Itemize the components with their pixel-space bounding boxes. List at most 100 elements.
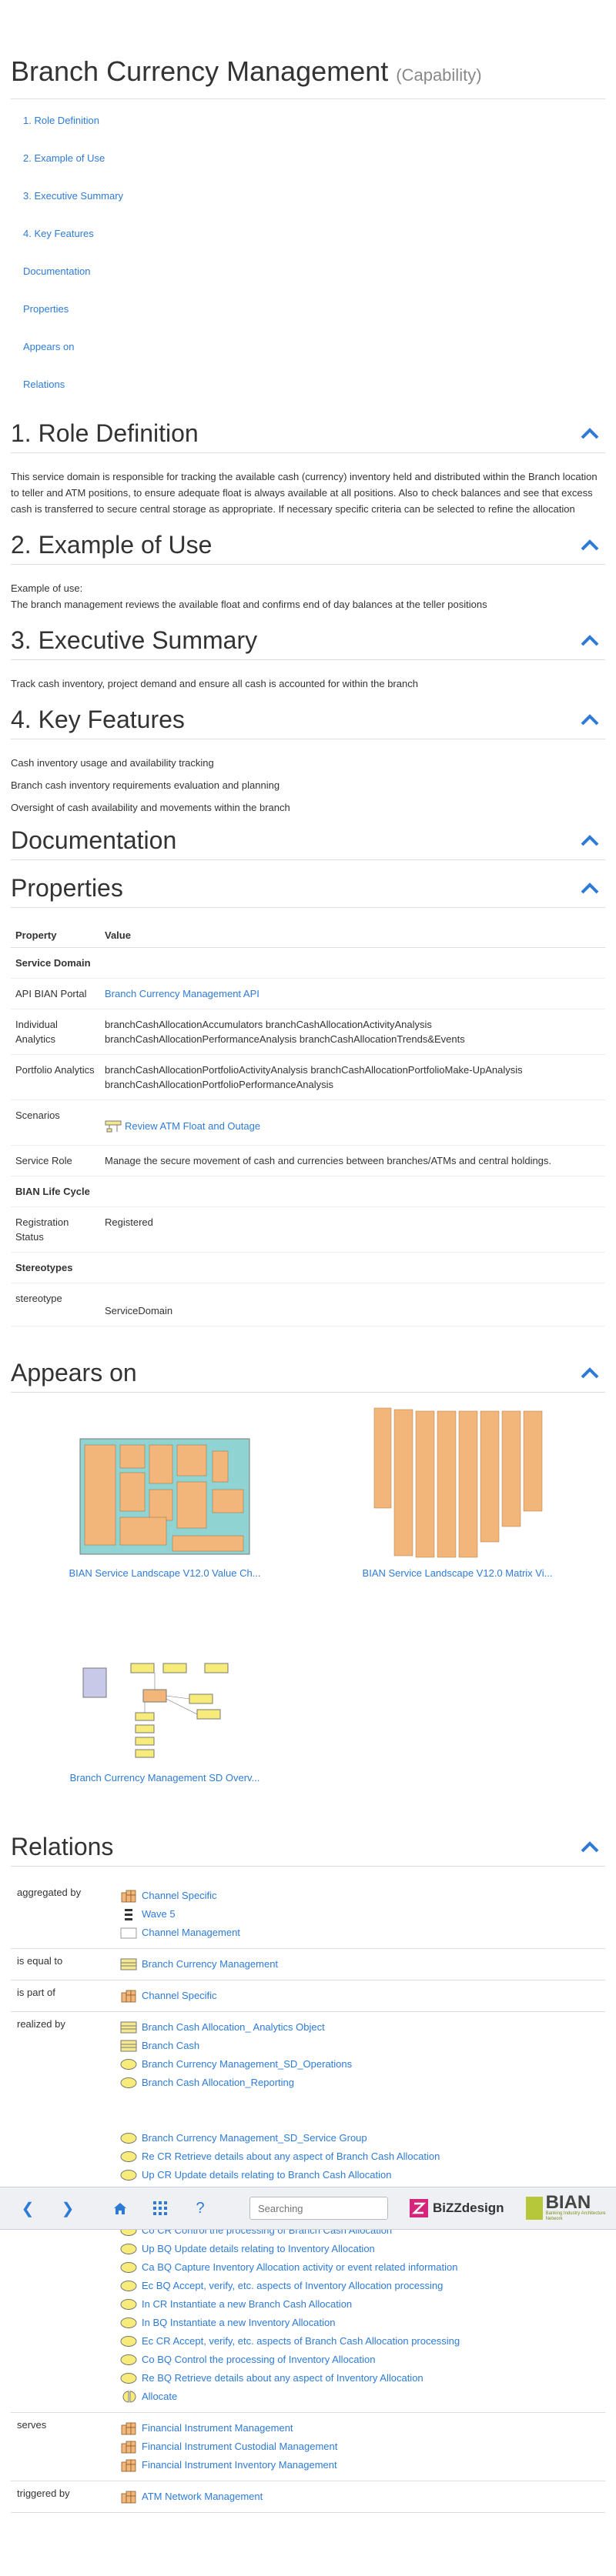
matrix-view-diagram-image bbox=[365, 1400, 550, 1559]
column-header: Value bbox=[100, 923, 605, 948]
relation-item[interactable]: Branch Cash Allocation_ Analytics Object bbox=[120, 2018, 601, 2037]
relation-item[interactable]: ATM Network Management bbox=[120, 2488, 601, 2506]
section-heading: 1. Role Definition bbox=[11, 419, 199, 447]
relation-link[interactable]: Branch Currency Management_SD_Operations bbox=[142, 2055, 352, 2074]
relation-item[interactable]: Ca BQ Capture Inventory Allocation activ… bbox=[120, 2258, 601, 2277]
relation-link[interactable]: Financial Instrument Management bbox=[142, 2419, 293, 2438]
relation-item[interactable]: Ec BQ Accept, verify, etc. aspects of In… bbox=[120, 2277, 601, 2295]
relation-item[interactable]: Allocate bbox=[120, 2387, 601, 2406]
relation-link[interactable]: In BQ Instantiate a new Inventory Alloca… bbox=[142, 2314, 335, 2332]
toc-role-definition[interactable]: 1. Role Definition bbox=[23, 113, 605, 128]
diagram-link[interactable]: Branch Currency Management SD Overv... bbox=[49, 1772, 280, 1784]
table-row: Registration Status Registered bbox=[11, 1206, 605, 1253]
forward-arrow-icon[interactable]: ❯ bbox=[55, 2196, 80, 2221]
data-object-icon bbox=[120, 2040, 137, 2051]
relation-link[interactable]: Channel Management bbox=[142, 1924, 240, 1942]
function-icon bbox=[121, 2422, 136, 2434]
diagram-link[interactable]: BIAN Service Landscape V12.0 Matrix Vi..… bbox=[342, 1567, 573, 1579]
relation-link[interactable]: ATM Network Management bbox=[142, 2488, 263, 2506]
relation-item[interactable]: Wave 5 bbox=[120, 1905, 601, 1924]
back-arrow-icon[interactable]: ❮ bbox=[15, 2196, 40, 2221]
collapse-caret-icon[interactable] bbox=[579, 712, 601, 727]
relation-item[interactable]: Branch Currency Management bbox=[120, 1955, 601, 1974]
collapse-caret-icon[interactable] bbox=[579, 1839, 601, 1854]
relation-link[interactable]: Re CR Retrieve details about any aspect … bbox=[142, 2147, 440, 2166]
scenario-link[interactable]: Review ATM Float and Outage bbox=[125, 1119, 260, 1133]
relation-link[interactable]: Ec BQ Accept, verify, etc. aspects of In… bbox=[142, 2277, 443, 2295]
relation-link[interactable]: Channel Specific bbox=[142, 1987, 217, 2005]
relation-link[interactable]: Branch Cash bbox=[142, 2037, 199, 2055]
property-name: Service Role bbox=[11, 1145, 100, 1176]
relation-link[interactable]: Branch Cash Allocation_Reporting bbox=[142, 2074, 294, 2092]
relation-link[interactable]: Financial Instrument Custodial Managemen… bbox=[142, 2438, 337, 2456]
bian-logo-text: BIAN bbox=[545, 2192, 591, 2213]
scenario-item[interactable]: Review ATM Float and Outage bbox=[105, 1119, 260, 1133]
relation-item[interactable]: Co BQ Control the processing of Inventor… bbox=[120, 2351, 601, 2369]
relation-link[interactable]: Branch Currency Management bbox=[142, 1955, 278, 1974]
relation-item[interactable]: Ec CR Accept, verify, etc. aspects of Br… bbox=[120, 2332, 601, 2351]
toc-documentation[interactable]: Documentation bbox=[23, 264, 605, 279]
relation-link[interactable]: Up BQ Update details relating to Invento… bbox=[142, 2240, 375, 2258]
toc-appears-on[interactable]: Appears on bbox=[23, 339, 605, 355]
collapse-caret-icon[interactable] bbox=[579, 632, 601, 648]
api-link[interactable]: Branch Currency Management API bbox=[105, 988, 259, 999]
relation-item[interactable]: Financial Instrument Management bbox=[120, 2419, 601, 2438]
collapse-caret-icon[interactable] bbox=[579, 880, 601, 896]
diagram-thumbnail[interactable]: Branch Currency Management SD Overv... bbox=[49, 1647, 280, 1784]
relation-item[interactable]: Up BQ Update details relating to Invento… bbox=[120, 2240, 601, 2258]
diagram-link[interactable]: BIAN Service Landscape V12.0 Value Ch... bbox=[49, 1567, 280, 1579]
collapse-caret-icon[interactable] bbox=[579, 425, 601, 441]
relation-item[interactable]: Up CR Update details relating to Branch … bbox=[120, 2166, 601, 2184]
collapse-caret-icon[interactable] bbox=[579, 833, 601, 848]
relation-item[interactable]: Branch Cash bbox=[120, 2037, 601, 2055]
relation-link[interactable]: Financial Instrument Inventory Managemen… bbox=[142, 2456, 337, 2474]
relation-item[interactable]: Re BQ Retrieve details about any aspect … bbox=[120, 2369, 601, 2387]
service-icon bbox=[120, 2132, 137, 2144]
relation-item[interactable]: Channel Management bbox=[120, 1924, 601, 1942]
section-heading: Properties bbox=[11, 874, 123, 902]
relation-link[interactable]: Wave 5 bbox=[142, 1905, 176, 1924]
relation-item[interactable]: Financial Instrument Custodial Managemen… bbox=[120, 2438, 601, 2456]
help-icon[interactable]: ? bbox=[188, 2196, 213, 2221]
relation-link[interactable]: Co BQ Control the processing of Inventor… bbox=[142, 2351, 376, 2369]
relation-type: aggregated by bbox=[11, 1880, 116, 1949]
relation-item[interactable]: Channel Specific bbox=[120, 1887, 601, 1905]
diagram-thumbnail[interactable]: BIAN Service Landscape V12.0 Matrix Vi..… bbox=[342, 1400, 573, 1579]
bian-logo: BIAN Banking Industry Architecture Networ… bbox=[525, 2192, 611, 2222]
relation-item[interactable]: Channel Specific bbox=[120, 1987, 601, 2005]
relation-link[interactable]: Re BQ Retrieve details about any aspect … bbox=[142, 2369, 424, 2387]
relation-link[interactable]: In CR Instantiate a new Branch Cash Allo… bbox=[142, 2295, 352, 2314]
relation-item[interactable]: In BQ Instantiate a new Inventory Alloca… bbox=[120, 2314, 601, 2332]
toc-example-of-use[interactable]: 2. Example of Use bbox=[23, 151, 605, 166]
home-icon[interactable] bbox=[108, 2196, 132, 2221]
relation-item[interactable]: Re CR Retrieve details about any aspect … bbox=[120, 2147, 601, 2166]
relation-item[interactable]: In CR Instantiate a new Branch Cash Allo… bbox=[120, 2295, 601, 2314]
relation-item[interactable]: Branch Currency Management_SD_Operations bbox=[120, 2055, 601, 2074]
search-input[interactable] bbox=[249, 2197, 388, 2220]
toc-relations[interactable]: Relations bbox=[23, 377, 605, 392]
list-item: Cash inventory usage and availability tr… bbox=[11, 757, 214, 769]
section-example-of-use: 2. Example of Use bbox=[11, 526, 605, 565]
function-icon bbox=[121, 2459, 136, 2471]
example-of-use-text: Example of use: The branch management rev… bbox=[11, 565, 605, 612]
diagram-thumbnail[interactable]: BIAN Service Landscape V12.0 Value Ch... bbox=[49, 1427, 280, 1579]
relation-link[interactable]: Channel Specific bbox=[142, 1887, 217, 1905]
section-heading: 3. Executive Summary bbox=[11, 626, 258, 654]
relation-link[interactable]: Ca BQ Capture Inventory Allocation activ… bbox=[142, 2258, 457, 2277]
collapse-caret-icon[interactable] bbox=[579, 537, 601, 552]
relation-item[interactable]: Branch Cash Allocation_Reporting bbox=[120, 2074, 601, 2092]
relation-item[interactable]: Financial Instrument Inventory Managemen… bbox=[120, 2456, 601, 2474]
relation-link[interactable]: Ec CR Accept, verify, etc. aspects of Br… bbox=[142, 2332, 460, 2351]
relation-link[interactable]: Branch Currency Management_SD_Service Gr… bbox=[142, 2129, 367, 2147]
relation-link[interactable]: Up CR Update details relating to Branch … bbox=[142, 2166, 391, 2184]
section-appears-on: Appears on bbox=[11, 1354, 605, 1393]
relation-item[interactable]: Branch Currency Management_SD_Service Gr… bbox=[120, 2129, 601, 2147]
relation-link[interactable]: Allocate bbox=[142, 2387, 177, 2406]
grid-menu-icon[interactable] bbox=[148, 2196, 172, 2221]
relation-link[interactable]: Branch Cash Allocation_ Analytics Object bbox=[142, 2018, 325, 2037]
toc-executive-summary[interactable]: 3. Executive Summary bbox=[23, 189, 605, 204]
grouping-icon bbox=[120, 1927, 137, 1938]
toc-properties[interactable]: Properties bbox=[23, 302, 605, 317]
collapse-caret-icon[interactable] bbox=[579, 1365, 601, 1380]
toc-key-features[interactable]: 4. Key Features bbox=[23, 226, 605, 242]
